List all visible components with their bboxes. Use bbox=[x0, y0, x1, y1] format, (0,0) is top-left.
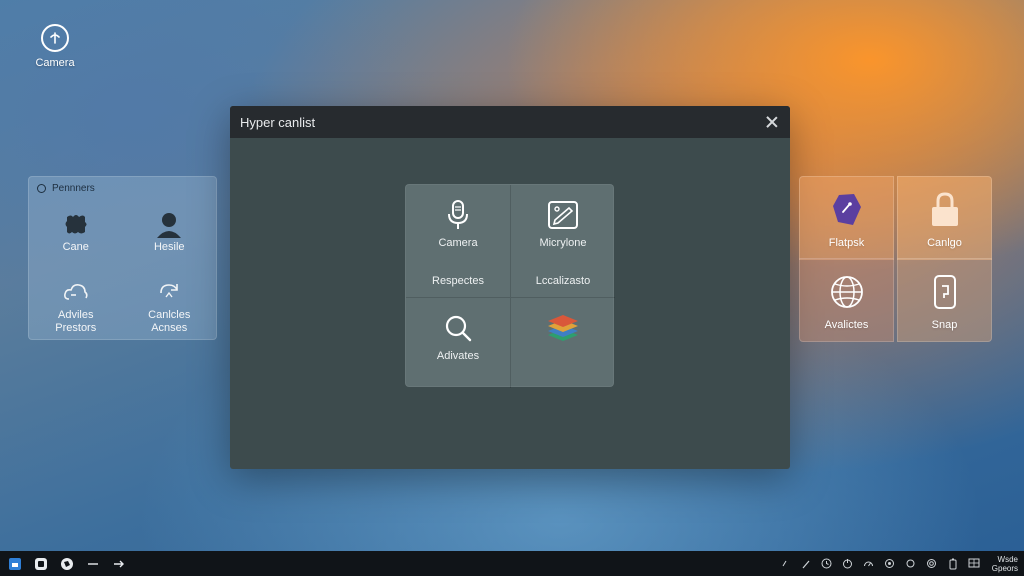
desktop-camera-shortcut[interactable]: Camera bbox=[30, 24, 80, 69]
browser-icon[interactable] bbox=[58, 555, 76, 573]
taskbar: Wsde Gpeors bbox=[0, 551, 1024, 576]
camera-icon bbox=[41, 24, 69, 52]
gauge-icon[interactable] bbox=[862, 557, 875, 570]
activates-label: Adivates bbox=[436, 350, 480, 362]
localizasto-label: Lccalizasto bbox=[535, 275, 591, 287]
phone-icon bbox=[932, 271, 958, 313]
image-edit-icon bbox=[547, 195, 579, 235]
camera-label: Camera bbox=[438, 237, 478, 249]
puzzle-icon bbox=[63, 207, 89, 241]
arrow-right-icon[interactable] bbox=[110, 555, 128, 573]
desktop-camera-label: Camera bbox=[35, 57, 75, 69]
left-panel-item-adviles[interactable]: Adviles Prestors bbox=[29, 275, 123, 335]
flatpak-icon bbox=[830, 189, 864, 231]
tile-label: Flatpsk bbox=[828, 237, 865, 249]
tile-canlgo[interactable]: Canlgo bbox=[897, 176, 992, 260]
tile-label: Canlgo bbox=[927, 237, 962, 249]
left-panel-header: Pennners bbox=[29, 177, 216, 199]
search-icon bbox=[443, 308, 473, 348]
respectes-label: Respectes bbox=[432, 275, 484, 287]
left-panel-title: Pennners bbox=[52, 182, 95, 194]
target-icon[interactable] bbox=[925, 557, 938, 570]
circle-icon bbox=[37, 183, 46, 193]
left-panel-item-label: Cane bbox=[62, 241, 89, 253]
globe-icon bbox=[829, 271, 865, 313]
tile-snap[interactable]: Snap bbox=[897, 258, 992, 342]
grid-cell-activates[interactable]: Adivates bbox=[406, 298, 510, 388]
main-window: Hyper canlist Camera Respectes Micrylone… bbox=[230, 106, 790, 469]
user-icon bbox=[155, 207, 183, 241]
close-icon[interactable] bbox=[764, 114, 780, 130]
sync-icon bbox=[156, 275, 182, 309]
grid-cell-camera[interactable]: Camera Respectes bbox=[406, 185, 510, 298]
taskbar-clock[interactable]: Wsde Gpeors bbox=[988, 555, 1018, 573]
layers-stack-icon bbox=[546, 308, 580, 348]
clock-line-2: Gpeors bbox=[991, 563, 1018, 573]
left-panel-item-label: Canlcles Acnses bbox=[148, 309, 191, 334]
clock-icon[interactable] bbox=[820, 557, 833, 570]
cloud-icon bbox=[63, 275, 89, 309]
lock-icon bbox=[928, 189, 962, 231]
left-panel-item-label: Hesile bbox=[153, 241, 185, 253]
grid-cell-layers[interactable] bbox=[510, 298, 615, 388]
start-button[interactable] bbox=[6, 555, 24, 573]
left-panel: Pennners Cane Hesile Adviles Prestors Ca… bbox=[28, 176, 217, 340]
app-launcher-icon[interactable] bbox=[32, 555, 50, 573]
left-panel-item-canlcles[interactable]: Canlcles Acnses bbox=[123, 275, 217, 335]
window-title: Hyper canlist bbox=[240, 114, 316, 130]
settings-icon[interactable] bbox=[883, 557, 896, 570]
left-panel-item-hesile[interactable]: Hesile bbox=[123, 207, 217, 275]
battery-icon[interactable] bbox=[946, 557, 959, 570]
tile-label: Snap bbox=[931, 319, 958, 331]
clock-line-1: Wsde bbox=[997, 554, 1018, 564]
tile-label: Avalictes bbox=[824, 319, 869, 331]
grid-cell-microphone[interactable]: Micrylone Lccalizasto bbox=[510, 185, 615, 298]
microphone-icon bbox=[446, 195, 470, 235]
pen-icon[interactable] bbox=[799, 557, 812, 570]
left-panel-item-cane[interactable]: Cane bbox=[29, 207, 123, 275]
window-titlebar[interactable]: Hyper canlist bbox=[230, 106, 790, 138]
tile-avalictes[interactable]: Avalictes bbox=[799, 258, 894, 342]
display-icon[interactable] bbox=[967, 557, 980, 570]
microphone-label: Micrylone bbox=[539, 237, 587, 249]
sync-icon[interactable] bbox=[904, 557, 917, 570]
power-icon[interactable] bbox=[841, 557, 854, 570]
app-permissions-grid: Camera Respectes Micrylone Lccalizasto A… bbox=[405, 184, 615, 388]
left-panel-item-label: Adviles Prestors bbox=[55, 309, 97, 334]
tile-flatpak[interactable]: Flatpsk bbox=[799, 176, 894, 260]
chevron-up-icon[interactable] bbox=[778, 557, 791, 570]
minimize-icon[interactable] bbox=[84, 555, 102, 573]
